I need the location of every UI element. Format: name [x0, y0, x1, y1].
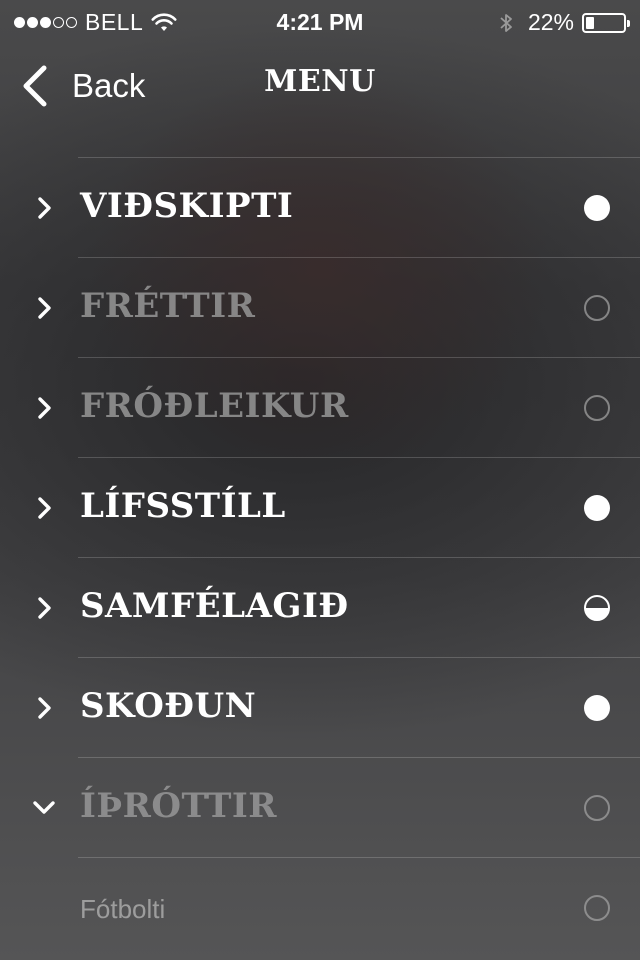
- status-indicator-icon[interactable]: [584, 895, 610, 921]
- menu-item-label: FRÓÐLEIKUR: [80, 386, 349, 426]
- status-indicator-icon[interactable]: [584, 495, 610, 521]
- menu-item-label: FRÉTTIR: [80, 286, 256, 326]
- menu-item[interactable]: ÍÞRÓTTIR: [33, 757, 640, 857]
- status-indicator-icon[interactable]: [584, 795, 610, 821]
- menu-item[interactable]: SKOÐUN: [38, 657, 640, 757]
- status-bar: BELL 4:21 PM 22%: [0, 0, 640, 44]
- menu-item-label: Fótbolti: [80, 894, 166, 924]
- status-indicator-icon[interactable]: [584, 195, 610, 221]
- menu-item[interactable]: FRÓÐLEIKUR: [38, 357, 640, 457]
- chevron-right-icon: [38, 597, 51, 619]
- chevron-right-icon: [38, 397, 51, 419]
- status-right: 22%: [498, 9, 630, 36]
- menu-item[interactable]: SAMFÉLAGIÐ: [38, 557, 640, 657]
- menu-item-label: SKOÐUN: [80, 686, 257, 726]
- menu-list: VIÐSKIPTI FRÉTTIR FRÓÐLEIKUR LÍFSSTÍLL SAMFÉ…: [0, 157, 640, 957]
- chevron-right-icon: [38, 497, 51, 519]
- menu-item[interactable]: VIÐSKIPTI: [38, 157, 640, 257]
- status-indicator-icon[interactable]: [584, 295, 610, 321]
- chevron-right-icon: [38, 697, 51, 719]
- battery-icon: [582, 12, 630, 33]
- status-indicator-icon[interactable]: [584, 695, 610, 721]
- chevron-down-icon: [33, 801, 55, 814]
- menu-item[interactable]: LÍFSSTÍLL: [38, 457, 640, 557]
- menu-item[interactable]: FRÉTTIR: [38, 257, 640, 357]
- status-indicator-icon[interactable]: [584, 395, 610, 421]
- bluetooth-icon: [500, 13, 512, 32]
- menu-item-label: ÍÞRÓTTIR: [80, 786, 278, 826]
- menu-item-label: VIÐSKIPTI: [80, 186, 294, 226]
- battery-percentage: 22%: [527, 9, 574, 35]
- chevron-right-icon: [38, 197, 51, 219]
- navigation-bar: Back MENU: [0, 44, 640, 128]
- battery-fill: [586, 16, 594, 29]
- battery-nub: [627, 19, 630, 27]
- status-indicator-icon[interactable]: [584, 595, 610, 621]
- chevron-right-icon: [38, 297, 51, 319]
- menu-subitem[interactable]: Fótbolti: [78, 857, 640, 957]
- menu-item-label: SAMFÉLAGIÐ: [80, 586, 349, 626]
- menu-item-label: LÍFSSTÍLL: [80, 486, 286, 526]
- page-title: MENU: [264, 64, 376, 99]
